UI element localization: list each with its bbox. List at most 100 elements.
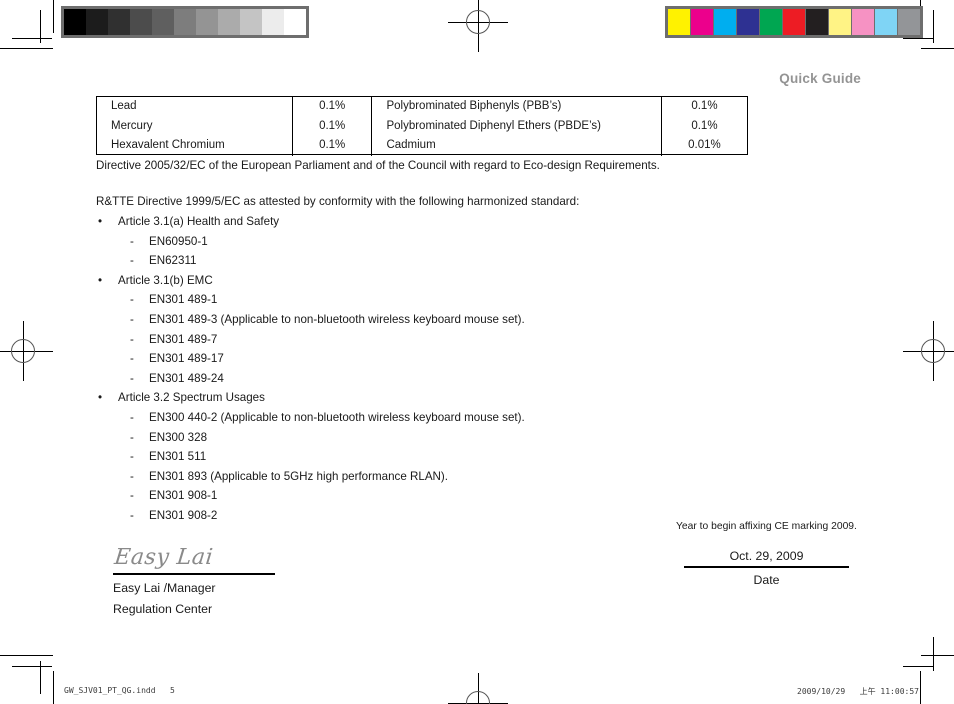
list-item-label: EN301 489-7 [149, 332, 218, 346]
list-item-label: Article 3.2 Spectrum Usages [118, 391, 265, 405]
list-item: • Article 3.1(b) EMC [96, 271, 796, 291]
grayscale-swatch-0 [64, 9, 86, 35]
list-item: - EN301 893 (Applicable to 5GHz high perf… [96, 467, 796, 487]
dash-icon: - [130, 332, 134, 346]
grayscale-swatch-8 [240, 9, 262, 35]
table-cell-limit_right: 0.1% [691, 100, 718, 112]
table-cell-substance_right: Cadmium [371, 136, 662, 156]
color-swatch-5 [783, 9, 805, 35]
table-row: Mercury 0.1% Polybrominated Diphenyl Ether… [97, 116, 747, 137]
list-item-label: EN300 440-2 (Applicable to non-bluetooth… [149, 410, 525, 424]
table-cell-substance_left: Lead [97, 97, 293, 117]
grayscale-swatch-2 [108, 9, 130, 35]
document-page: Quick Guide Lead 0.1% Polybrominated Biphe… [0, 0, 954, 704]
dash-icon: - [130, 371, 134, 385]
list-item-label: Article 3.1(a) Health and Safety [118, 215, 280, 228]
list-item: - EN300 440-2 (Applicable to non-bluetoot… [96, 408, 796, 428]
list-item: - EN301 489-3 (Applicable to non-bluetoot… [96, 310, 796, 330]
color-swatch-7 [829, 9, 851, 35]
list-item: - EN301 489-24 [96, 369, 796, 389]
list-item-label: Article 3.1(b) EMC [118, 273, 213, 287]
dash-icon: - [130, 450, 134, 464]
table-cell-limit_left: 0.1% [292, 136, 373, 156]
rtte-directive-line: R&TTE Directive 1999/5/EC as attested by… [96, 195, 580, 208]
color-swatch-1 [691, 9, 713, 35]
table-cell-substance_right: Polybrominated Diphenyl Ethers (PBDE’s) [371, 116, 662, 137]
list-item-label: EN301 511 [149, 450, 207, 464]
list-item-label: EN300 328 [149, 430, 208, 444]
color-swatch-6 [806, 9, 828, 35]
dash-icon: - [130, 312, 134, 326]
color-swatch-3 [737, 9, 759, 35]
crop-mark-top-right-outer-h [921, 48, 954, 49]
grayscale-swatch-10 [284, 9, 306, 35]
dash-icon: - [130, 352, 134, 366]
list-item: - EN62311 [96, 251, 796, 271]
dash-icon: - [130, 489, 134, 503]
table-row: Lead 0.1% Polybrominated Biphenyls (PBB’s)… [97, 97, 747, 117]
list-item: - EN301 511 [96, 447, 796, 467]
list-item-label: EN301 489-3 (Applicable to non-bluetooth… [149, 312, 525, 326]
list-item-label: EN301 908-2 [149, 508, 218, 522]
grayscale-swatch-5 [174, 9, 196, 35]
signer-name: Easy Lai /Manager [113, 581, 216, 595]
crop-mark-bottom-left-outer-v [53, 671, 54, 704]
table-cell-limit_right: 0.1% [691, 119, 718, 132]
list-item-label: EN301 893 (Applicable to 5GHz high perfo… [149, 469, 449, 483]
list-item-label: EN301 489-1 [149, 293, 218, 307]
color-swatch-0 [668, 9, 690, 35]
list-item-label: EN60950-1 [149, 234, 208, 248]
table-cell-substance_left: Mercury [97, 116, 293, 137]
color-swatch-4 [760, 9, 782, 35]
date-label: Date [753, 573, 780, 587]
grayscale-swatch-7 [218, 9, 240, 35]
table-cell-substance_right: Polybrominated Biphenyls (PBB’s) [371, 97, 662, 117]
list-item-label: EN301 489-17 [149, 352, 224, 366]
list-item: • Article 3.1(a) Health and Safety [96, 212, 796, 232]
table-cell-limit_right: 0.01% [688, 139, 721, 152]
crop-mark-top-left-outer-v [53, 0, 54, 33]
dash-icon: - [130, 430, 134, 444]
bullet-icon: • [98, 215, 103, 228]
color-swatch-2 [714, 9, 736, 35]
page-title: Quick Guide [779, 71, 861, 86]
bullet-icon: • [98, 391, 103, 405]
dash-icon: - [130, 254, 134, 268]
dash-icon: - [130, 410, 134, 424]
grayscale-swatch-6 [196, 9, 218, 35]
grayscale-swatch-4 [152, 9, 174, 35]
signature-rule [113, 573, 275, 575]
list-item: - EN301 489-1 [96, 290, 796, 310]
color-swatch-10 [898, 9, 920, 35]
table-cell-substance_left: Hexavalent Chromium [97, 136, 293, 156]
date-rule [684, 566, 849, 568]
registration-mark-right [903, 321, 954, 381]
list-item: • Article 3.2 Spectrum Usages [96, 388, 796, 408]
crop-mark-bottom-left-inner-h [12, 666, 52, 667]
registration-mark-top [448, 0, 508, 52]
list-item-label: EN301 489-24 [149, 371, 224, 385]
crop-mark-bottom-left-outer-h [0, 655, 53, 656]
dash-icon: - [130, 469, 134, 483]
list-item: - EN301 908-1 [96, 486, 796, 506]
color-swatch-8 [852, 9, 874, 35]
crop-mark-bottom-right-outer-v [920, 671, 921, 704]
footer-filename: GW_SJV01_PT_QG.indd 5 [64, 686, 175, 695]
registration-mark-bottom [448, 673, 508, 704]
footer-timestamp: 2009/10/29 上午 11:00:57 [797, 687, 919, 696]
handwritten-signature: Easy Lai [113, 545, 215, 570]
grayscale-swatch-9 [262, 9, 284, 35]
crop-mark-top-left-outer-h [0, 48, 53, 49]
dash-icon: - [130, 293, 134, 307]
grayscale-swatch-1 [86, 9, 108, 35]
signer-department: Regulation Center [113, 602, 213, 616]
crop-mark-bottom-right-inner-h [903, 666, 934, 667]
list-item: - EN300 328 [96, 428, 796, 448]
list-item-label: EN62311 [149, 254, 197, 268]
color-calibration-strip [665, 6, 923, 38]
grayscale-swatch-3 [130, 9, 152, 35]
grayscale-calibration-strip [61, 6, 309, 38]
crop-mark-top-right-inner-h [903, 38, 934, 39]
color-swatch-9 [875, 9, 897, 35]
table-cell-limit_left: 0.1% [292, 116, 373, 137]
